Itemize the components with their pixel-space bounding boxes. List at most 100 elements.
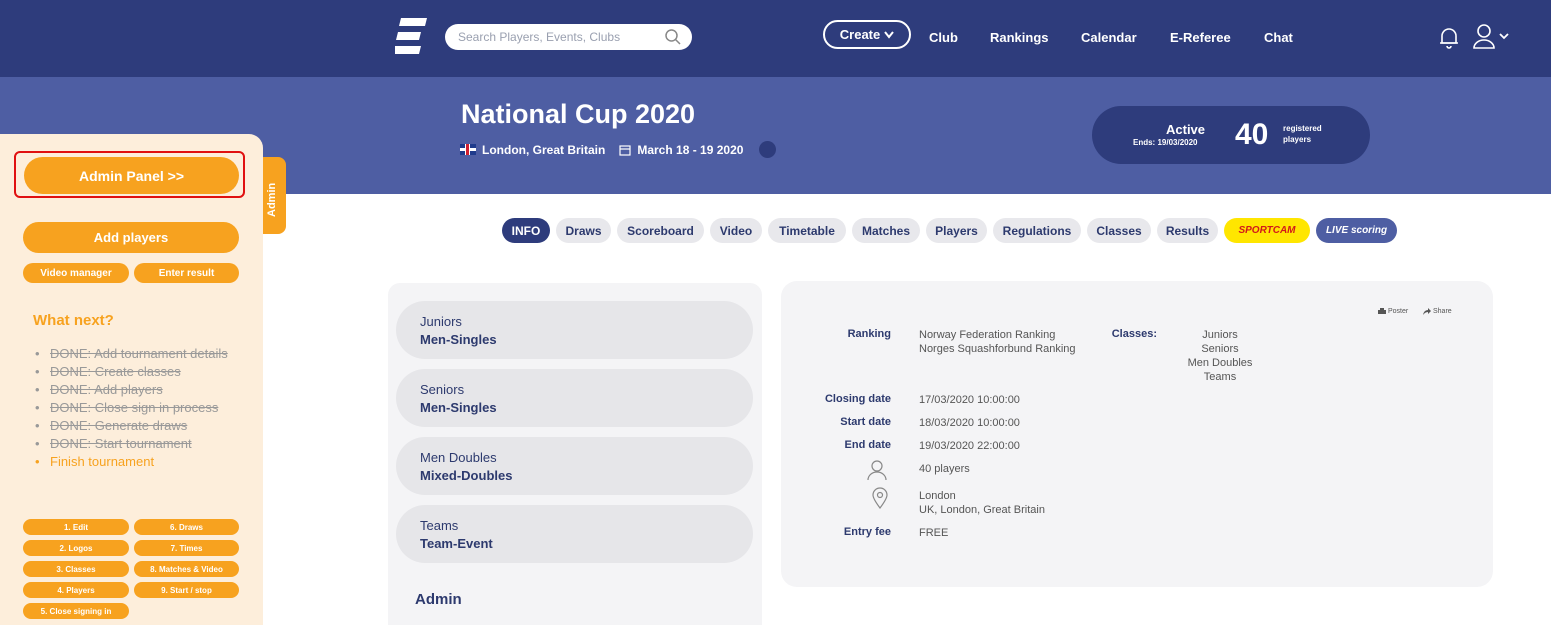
quick-logos-button[interactable]: 2. Logos: [23, 540, 129, 556]
closing-date-value: 17/03/2020 10:00:00: [919, 394, 1020, 406]
registered-count: 40: [1235, 118, 1269, 151]
step-item: DONE: Create classes: [35, 363, 240, 381]
tab-classes[interactable]: Classes: [1087, 218, 1151, 243]
tournament-location: London, Great Britain: [482, 142, 606, 157]
registered-label: registered players: [1283, 124, 1322, 144]
start-date-value: 18/03/2020 10:00:00: [919, 417, 1020, 429]
tab-results[interactable]: Results: [1157, 218, 1218, 243]
poster-link[interactable]: Poster: [1378, 308, 1408, 315]
share-link[interactable]: Share: [1423, 308, 1452, 315]
create-label: Create: [839, 27, 881, 42]
step-item: DONE: Generate draws: [35, 417, 240, 435]
class-card[interactable]: Juniors Men-Singles: [396, 301, 753, 359]
class-card[interactable]: Seniors Men-Singles: [396, 369, 753, 427]
create-button[interactable]: Create: [823, 20, 911, 49]
search-input[interactable]: Search Players, Events, Clubs: [445, 24, 692, 50]
closing-date-label: Closing date: [824, 393, 891, 405]
tab-draws[interactable]: Draws: [556, 218, 611, 243]
uk-flag-icon: [460, 144, 476, 155]
search-placeholder: Search Players, Events, Clubs: [458, 30, 621, 44]
tab-players[interactable]: Players: [926, 218, 987, 243]
players-count: 40 players: [919, 463, 970, 475]
quick-start-stop-button[interactable]: 9. Start / stop: [134, 582, 239, 598]
chevron-down-icon: [884, 30, 895, 39]
admin-toggle-tab[interactable]: Admin: [263, 157, 286, 234]
class-category: Seniors: [420, 382, 465, 397]
class-type: Team-Event: [420, 536, 493, 551]
step-item: DONE: Add tournament details: [35, 345, 240, 363]
entry-fee-value: FREE: [919, 527, 949, 539]
class-list-item: Juniors: [1202, 329, 1238, 341]
top-navigation: Search Players, Events, Clubs Create Clu…: [0, 0, 1551, 77]
video-manager-button[interactable]: Video manager: [23, 263, 129, 283]
nav-link-chat[interactable]: Chat: [1264, 30, 1293, 45]
quick-classes-button[interactable]: 3. Classes: [23, 561, 129, 577]
end-date-label: End date: [844, 439, 891, 451]
class-list-item: Seniors: [1201, 343, 1239, 355]
quick-players-button[interactable]: 4. Players: [23, 582, 129, 598]
what-next-heading: What next?: [33, 312, 114, 329]
quick-draws-button[interactable]: 6. Draws: [134, 519, 239, 535]
entry-fee-label: Entry fee: [843, 526, 891, 538]
logo-icon[interactable]: [395, 18, 427, 54]
location-city: London: [919, 490, 956, 502]
bell-icon[interactable]: [1437, 25, 1461, 49]
search-icon[interactable]: [664, 28, 682, 46]
class-category: Juniors: [420, 314, 462, 329]
quick-times-button[interactable]: 7. Times: [134, 540, 239, 556]
class-category: Men Doubles: [420, 450, 497, 465]
nav-link-rankings[interactable]: Rankings: [990, 30, 1049, 45]
tab-info[interactable]: INFO: [502, 218, 550, 243]
admin-panel-button-highlight: Admin Panel >>: [14, 151, 245, 198]
step-item: DONE: Start tournament: [35, 435, 240, 453]
class-type: Men-Singles: [420, 400, 497, 415]
quick-matches-video-button[interactable]: 8. Matches & Video: [134, 561, 239, 577]
end-date-value: 19/03/2020 22:00:00: [919, 440, 1020, 452]
admin-panel-button[interactable]: Admin Panel >>: [24, 157, 239, 194]
tournament-meta: London, Great Britain March 18 - 19 2020: [460, 141, 777, 158]
share-icon: [1423, 308, 1431, 315]
tournament-dates: March 18 - 19 2020: [637, 142, 744, 157]
add-players-button[interactable]: Add players: [23, 222, 239, 253]
nav-link-ereferee[interactable]: E-Referee: [1170, 30, 1231, 45]
step-item: DONE: Close sign in process: [35, 399, 240, 417]
nav-link-calendar[interactable]: Calendar: [1081, 30, 1137, 45]
tab-regulations[interactable]: Regulations: [993, 218, 1081, 243]
class-type: Men-Singles: [420, 332, 497, 347]
person-icon: [867, 460, 887, 481]
tab-sportcam[interactable]: SPORTCAM: [1224, 218, 1310, 243]
ranking-value: Norway Federation Ranking: [919, 329, 1056, 341]
start-date-label: Start date: [840, 416, 891, 428]
class-card[interactable]: Men Doubles Mixed-Doubles: [396, 437, 753, 495]
page-title: National Cup 2020: [461, 99, 696, 129]
tournament-info-panel: [781, 281, 1493, 587]
quick-close-signing-button[interactable]: 5. Close signing in: [23, 603, 129, 619]
enter-result-button[interactable]: Enter result: [134, 263, 239, 283]
admin-heading: Admin: [415, 591, 462, 608]
user-account-icon[interactable]: [1472, 23, 1510, 49]
ends-date: Ends: 19/03/2020: [1133, 138, 1198, 147]
class-category: Teams: [420, 518, 459, 533]
printer-icon: [1378, 308, 1386, 314]
step-item-current[interactable]: Finish tournament: [35, 453, 240, 471]
ranking-label: Ranking: [847, 328, 891, 340]
status-text: Active: [1166, 122, 1206, 137]
class-card[interactable]: Teams Team-Event: [396, 505, 753, 563]
tab-matches[interactable]: Matches: [852, 218, 920, 243]
tab-timetable[interactable]: Timetable: [768, 218, 846, 243]
class-list-item: Men Doubles: [1187, 357, 1253, 369]
tab-video[interactable]: Video: [710, 218, 762, 243]
tab-live-scoring[interactable]: LIVE scoring: [1316, 218, 1397, 243]
step-item: DONE: Add players: [35, 381, 240, 399]
tab-scoreboard[interactable]: Scoreboard: [617, 218, 704, 243]
nav-link-club[interactable]: Club: [929, 30, 958, 45]
status-badge: Active Ends: 19/03/2020 40 registered pla…: [1092, 106, 1370, 164]
calendar-icon: [619, 144, 631, 156]
location-full: UK, London, Great Britain: [919, 504, 1045, 516]
class-type: Mixed-Doubles: [420, 468, 513, 483]
logo-placeholder-icon: [759, 141, 777, 158]
step-list: DONE: Add tournament details DONE: Creat…: [35, 345, 240, 471]
classes-label: Classes:: [1111, 328, 1157, 340]
location-pin-icon: [872, 487, 888, 509]
quick-edit-button[interactable]: 1. Edit: [23, 519, 129, 535]
